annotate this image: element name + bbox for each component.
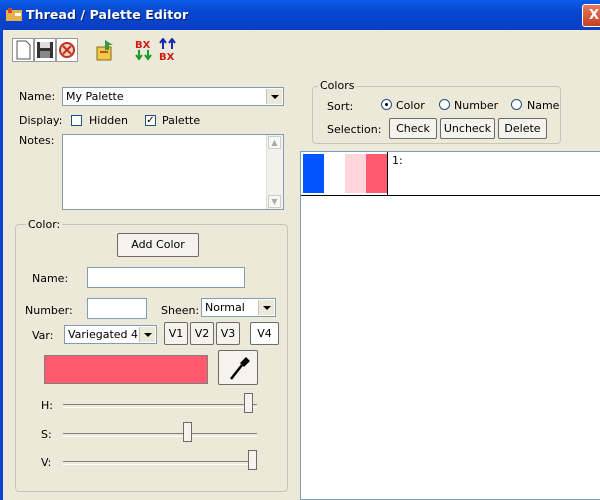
uncheck-button[interactable]: Uncheck [440, 118, 495, 139]
import-icon [96, 40, 113, 61]
swatch-4 [366, 154, 387, 193]
bx-up-icon: BX [159, 38, 176, 62]
name-label: Name: [19, 90, 56, 103]
var-select[interactable]: Variegated 4 [64, 325, 157, 344]
colors-group-title: Colors [318, 79, 357, 92]
v4-button[interactable]: V4 [250, 322, 279, 345]
sort-label: Sort: [327, 100, 354, 113]
display-label: Display: [19, 114, 63, 127]
s-slider-track[interactable] [63, 433, 257, 437]
v1-button[interactable]: V1 [164, 322, 188, 345]
s-slider-thumb[interactable] [183, 422, 193, 442]
save-button[interactable] [34, 38, 56, 62]
delete-palette-button[interactable] [56, 38, 78, 62]
hidden-label: Hidden [89, 114, 129, 127]
palette-name-value: My Palette [66, 90, 124, 103]
sort-name-radio[interactable] [511, 99, 522, 110]
eyedropper-button[interactable] [218, 350, 258, 385]
swatch-3 [345, 154, 366, 193]
app-icon [6, 8, 22, 22]
import-button[interactable] [94, 38, 116, 62]
number-label: Number: [25, 304, 73, 317]
notes-scrollbar[interactable]: ▲ ▼ [266, 135, 283, 209]
chevron-down-icon[interactable] [139, 327, 155, 342]
color-name-input[interactable] [87, 267, 245, 288]
h-label: H: [41, 399, 53, 412]
notes-label: Notes: [19, 134, 55, 147]
sort-number-radio[interactable] [439, 99, 450, 110]
s-label: S: [41, 428, 52, 441]
svg-text:BX: BX [135, 40, 151, 51]
sort-color-label: Color [396, 99, 425, 112]
chevron-down-icon[interactable] [266, 89, 282, 104]
thread-swatch-strip [303, 154, 387, 193]
notes-textarea[interactable]: ▲ ▼ [62, 134, 284, 210]
swatch-2 [324, 154, 345, 193]
color-group-title: Color: [26, 218, 63, 231]
palette-name-combo[interactable]: My Palette [62, 87, 284, 106]
palette-list[interactable]: 1: [300, 151, 600, 500]
v-slider-thumb[interactable] [248, 450, 257, 470]
scroll-down-icon[interactable]: ▼ [268, 195, 281, 208]
save-icon [37, 42, 53, 58]
close-button[interactable]: X [582, 4, 600, 27]
number-input[interactable] [87, 298, 147, 319]
palette-label: Palette [162, 114, 201, 127]
selection-label: Selection: [327, 123, 382, 136]
color-name-label: Name: [32, 272, 69, 285]
sort-color-radio[interactable] [381, 99, 392, 110]
svg-text:BX: BX [159, 52, 175, 62]
color-swatch[interactable] [44, 355, 208, 384]
sort-name-label: Name [527, 99, 560, 112]
add-color-button[interactable]: Add Color [117, 233, 199, 257]
new-button[interactable] [12, 38, 34, 62]
var-value: Variegated 4 [68, 328, 139, 341]
window-title: Thread / Palette Editor [26, 7, 189, 22]
v-slider-track[interactable] [63, 461, 257, 465]
v-label: V: [41, 456, 52, 469]
v2-button[interactable]: V2 [190, 322, 214, 345]
scroll-up-icon[interactable]: ▲ [268, 136, 281, 149]
bx-export-button[interactable]: BX [134, 38, 156, 62]
bx-import-button[interactable]: BX [158, 38, 180, 62]
sheen-value: Normal [205, 301, 245, 314]
palette-checkbox[interactable]: ✓ [145, 115, 156, 126]
bx-down-icon: BX [135, 40, 152, 61]
delete-button[interactable]: Delete [498, 118, 547, 139]
new-icon [16, 40, 31, 60]
sort-number-label: Number [454, 99, 499, 112]
var-label: Var: [32, 329, 54, 342]
divider [387, 152, 388, 195]
swatch-1 [303, 154, 324, 193]
hidden-checkbox[interactable] [71, 115, 82, 126]
v3-button[interactable]: V3 [216, 322, 240, 345]
eyedropper-icon [230, 357, 250, 380]
sheen-label: Sheen: [161, 304, 200, 317]
chevron-down-icon[interactable] [258, 300, 274, 315]
h-slider-track[interactable] [63, 404, 257, 408]
sheen-select[interactable]: Normal [201, 298, 276, 317]
check-button[interactable]: Check [389, 118, 437, 139]
window-border [0, 30, 3, 500]
thread-number: 1: [392, 154, 403, 167]
list-item[interactable]: 1: [301, 152, 600, 196]
h-slider-thumb[interactable] [244, 393, 254, 413]
delete-icon [59, 42, 75, 58]
